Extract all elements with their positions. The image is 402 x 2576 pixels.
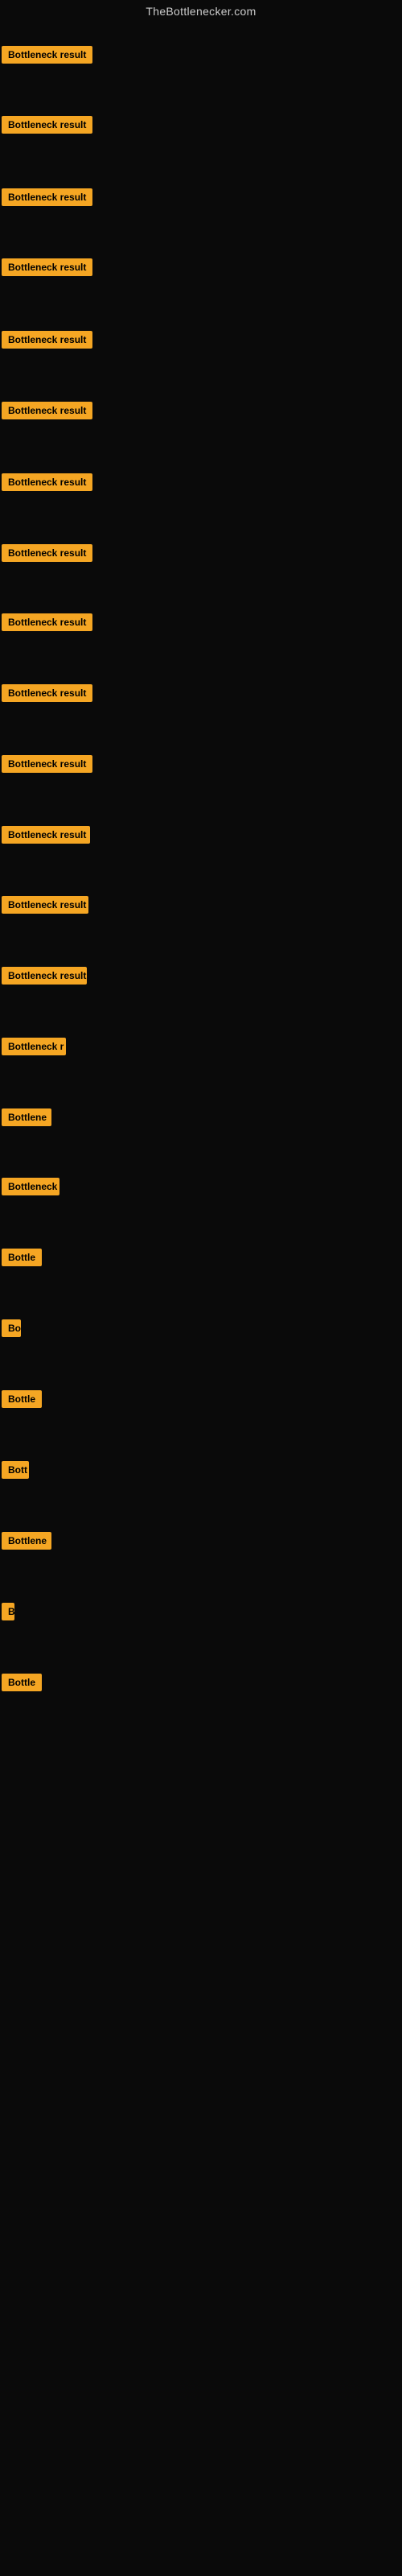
bottleneck-result-badge[interactable]: Bottleneck result: [2, 755, 92, 773]
badge-row-17: Bottleneck: [2, 1178, 59, 1199]
bottleneck-result-badge[interactable]: Bottle: [2, 1390, 42, 1408]
badge-row-18: Bottle: [2, 1249, 42, 1270]
bottleneck-result-badge[interactable]: Bottleneck r: [2, 1038, 66, 1055]
bottleneck-result-badge[interactable]: Bottleneck result: [2, 331, 92, 349]
bottleneck-result-badge[interactable]: Bottlene: [2, 1532, 51, 1550]
badge-row-6: Bottleneck result: [2, 402, 92, 423]
badge-row-9: Bottleneck result: [2, 613, 92, 635]
bottleneck-result-badge[interactable]: Bottleneck result: [2, 473, 92, 491]
badge-row-10: Bottleneck result: [2, 684, 92, 706]
bottleneck-result-badge[interactable]: Bottleneck result: [2, 896, 88, 914]
bottleneck-result-badge[interactable]: B: [2, 1603, 14, 1620]
bottleneck-result-badge[interactable]: Bottleneck result: [2, 116, 92, 134]
badge-row-8: Bottleneck result: [2, 544, 92, 566]
badge-row-12: Bottleneck result: [2, 826, 90, 848]
bottleneck-result-badge[interactable]: Bott: [2, 1461, 29, 1479]
badge-row-4: Bottleneck result: [2, 258, 92, 280]
bottleneck-result-badge[interactable]: Bottleneck result: [2, 967, 87, 985]
badge-row-15: Bottleneck r: [2, 1038, 66, 1059]
badge-row-20: Bottle: [2, 1390, 42, 1412]
badge-row-14: Bottleneck result: [2, 967, 87, 989]
bottleneck-result-badge[interactable]: Bottleneck result: [2, 258, 92, 276]
bottleneck-result-badge[interactable]: Bottleneck result: [2, 544, 92, 562]
bottleneck-result-badge[interactable]: Bottle: [2, 1249, 42, 1266]
bottleneck-result-badge[interactable]: Bottlene: [2, 1108, 51, 1126]
badge-row-13: Bottleneck result: [2, 896, 88, 918]
badge-row-22: Bottlene: [2, 1532, 51, 1554]
badge-row-5: Bottleneck result: [2, 331, 92, 353]
bottleneck-result-badge[interactable]: Bo: [2, 1319, 21, 1337]
bottleneck-result-badge[interactable]: Bottleneck result: [2, 684, 92, 702]
badge-row-11: Bottleneck result: [2, 755, 92, 777]
bottleneck-result-badge[interactable]: Bottleneck result: [2, 613, 92, 631]
bottleneck-result-badge[interactable]: Bottleneck result: [2, 188, 92, 206]
bottleneck-result-badge[interactable]: Bottle: [2, 1674, 42, 1691]
badge-row-24: Bottle: [2, 1674, 42, 1695]
badge-row-1: Bottleneck result: [2, 46, 92, 68]
badge-row-2: Bottleneck result: [2, 116, 92, 138]
badge-row-16: Bottlene: [2, 1108, 51, 1130]
badge-row-23: B: [2, 1603, 14, 1624]
badge-row-21: Bott: [2, 1461, 29, 1483]
badge-row-3: Bottleneck result: [2, 188, 92, 210]
badge-row-19: Bo: [2, 1319, 21, 1341]
bottleneck-result-badge[interactable]: Bottleneck result: [2, 826, 90, 844]
badge-row-7: Bottleneck result: [2, 473, 92, 495]
bottleneck-result-badge[interactable]: Bottleneck result: [2, 46, 92, 64]
bottleneck-result-badge[interactable]: Bottleneck result: [2, 402, 92, 419]
site-title: TheBottlenecker.com: [0, 0, 402, 23]
bottleneck-result-badge[interactable]: Bottleneck: [2, 1178, 59, 1195]
